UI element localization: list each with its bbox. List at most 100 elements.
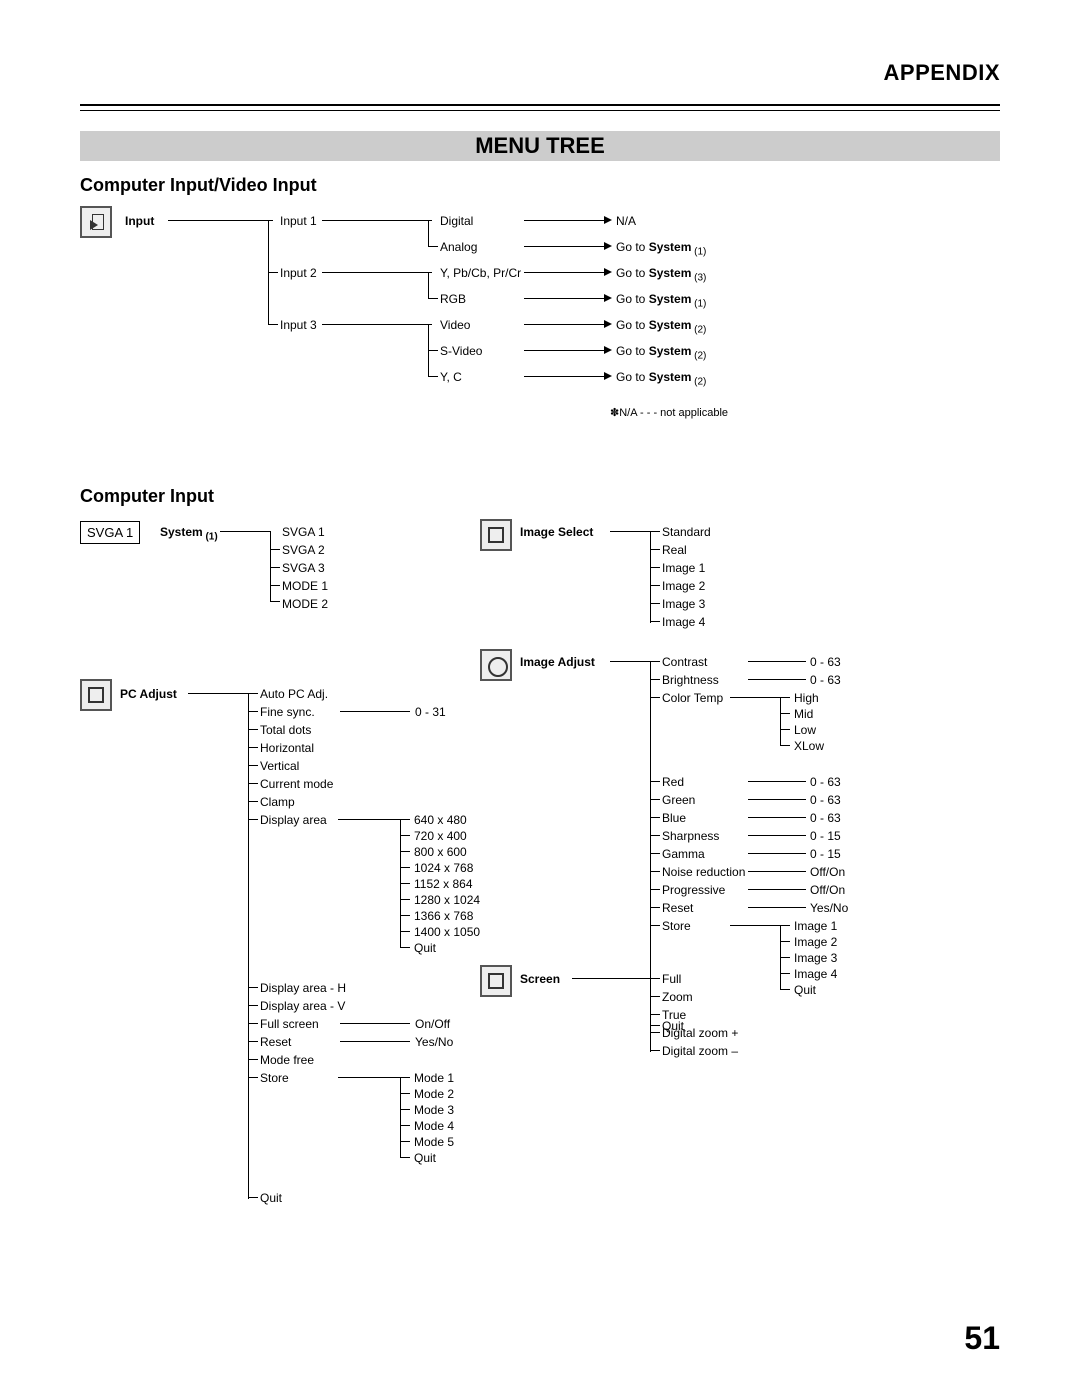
imgstore-3: Image 4 (794, 967, 837, 981)
input-3: Input 3 (280, 318, 317, 332)
l2-analog: Analog (440, 240, 477, 254)
imgadj-7: Gamma (662, 847, 705, 861)
imgadj-2: Color Temp (662, 691, 723, 705)
pc-item-9: Display area - V (260, 999, 345, 1013)
imgstore-0: Image 1 (794, 919, 837, 933)
pc-item-2: Total dots (260, 723, 311, 737)
system-label: System (1) (160, 525, 218, 542)
pc-store-5: Quit (414, 1151, 436, 1165)
pc-item-3: Horizontal (260, 741, 314, 755)
divider-top (80, 104, 1000, 111)
image-adjust-icon (480, 649, 512, 681)
page-number: 51 (964, 1320, 1000, 1357)
image-select-icon (480, 519, 512, 551)
screen-4: Digital zoom – (662, 1044, 738, 1058)
pc-item-0: Auto PC Adj. (260, 687, 328, 701)
pc-adjust-icon (80, 679, 112, 711)
l2-yc: Y, C (440, 370, 462, 384)
pc-item-13: Store (260, 1071, 289, 1085)
l2-digital: Digital (440, 214, 473, 228)
imgadj-8: Noise reduction (662, 865, 745, 879)
display-area-0: 640 x 480 (414, 813, 467, 827)
pc-item-1: Fine sync. (260, 705, 315, 719)
pc-store-4: Mode 5 (414, 1135, 454, 1149)
display-area-3: 1024 x 768 (414, 861, 473, 875)
pc-item-5: Current mode (260, 777, 333, 791)
appendix-heading: APPENDIX (80, 60, 1000, 86)
screen-3: Digital zoom + (662, 1026, 738, 1040)
section-2-title: Computer Input (80, 486, 1000, 507)
sys-1: SVGA 2 (282, 543, 325, 557)
sys-2: SVGA 3 (282, 561, 325, 575)
pc-store-0: Mode 1 (414, 1071, 454, 1085)
colortemp-2: Low (794, 723, 816, 737)
tree-computer-input: SVGA 1 System (1) SVGA 1 SVGA 2 SVGA 3 M… (80, 519, 1000, 1179)
section-1-title: Computer Input/Video Input (80, 175, 1000, 196)
colortemp-3: XLow (794, 739, 824, 753)
imgadj-10: Reset (662, 901, 693, 915)
imgadj-val-5: 0 - 63 (810, 811, 841, 825)
pc-store-3: Mode 4 (414, 1119, 454, 1133)
page: APPENDIX MENU TREE Computer Input/Video … (0, 0, 1080, 1397)
display-area-1: 720 x 400 (414, 829, 467, 843)
tgt-na: N/A (616, 214, 636, 228)
imgadj-0: Contrast (662, 655, 707, 669)
imgadj-val-10: Yes/No (810, 901, 848, 915)
colortemp-1: Mid (794, 707, 813, 721)
l2-video: Video (440, 318, 470, 332)
menu-tree-heading: MENU TREE (80, 131, 1000, 161)
l2-rgb: RGB (440, 292, 466, 306)
imgadj-val-7: 0 - 15 (810, 847, 841, 861)
imgadj-6: Sharpness (662, 829, 719, 843)
tgt-1: Go to System (1) (616, 240, 706, 257)
imgadj-1: Brightness (662, 673, 719, 687)
input-icon (80, 206, 112, 238)
display-area-2: 800 x 600 (414, 845, 467, 859)
tgt-3: Go to System (1) (616, 292, 706, 309)
imgadj-4: Green (662, 793, 695, 807)
imgsel-3: Image 2 (662, 579, 705, 593)
imgstore-2: Image 3 (794, 951, 837, 965)
imgsel-5: Image 4 (662, 615, 705, 629)
root-input: Input (125, 214, 154, 228)
pc-item-8: Display area - H (260, 981, 346, 995)
screen-0: Full (662, 972, 681, 986)
imgadj-val-6: 0 - 15 (810, 829, 841, 843)
imgadj-val-8: Off/On (810, 865, 845, 879)
imgstore-4: Quit (794, 983, 816, 997)
screen-icon (480, 965, 512, 997)
imgadj-9: Progressive (662, 883, 725, 897)
tgt-5: Go to System (2) (616, 344, 706, 361)
image-adjust-label: Image Adjust (520, 655, 595, 669)
svga-box: SVGA 1 (80, 521, 140, 544)
tgt-4: Go to System (2) (616, 318, 706, 335)
imgadj-5: Blue (662, 811, 686, 825)
pc-item-4: Vertical (260, 759, 299, 773)
l2-svideo: S-Video (440, 344, 482, 358)
imgadj-11: Store (662, 919, 691, 933)
imgsel-1: Real (662, 543, 687, 557)
pc-item-6: Clamp (260, 795, 295, 809)
sys-4: MODE 2 (282, 597, 328, 611)
display-area-5: 1280 x 1024 (414, 893, 480, 907)
footnote-na: ✽N/A - - - not applicable (610, 406, 728, 419)
pc-store-2: Mode 3 (414, 1103, 454, 1117)
pc-item-10: Full screen (260, 1017, 319, 1031)
sys-3: MODE 1 (282, 579, 328, 593)
input-1: Input 1 (280, 214, 317, 228)
imgadj-val-1: 0 - 63 (810, 673, 841, 687)
imgsel-4: Image 3 (662, 597, 705, 611)
pc-finesync-val: 0 - 31 (415, 705, 446, 719)
imgadj-3: Red (662, 775, 684, 789)
imgsel-0: Standard (662, 525, 711, 539)
screen-1: Zoom (662, 990, 693, 1004)
pc-item-11: Reset (260, 1035, 291, 1049)
display-area-6: 1366 x 768 (414, 909, 473, 923)
pc-item-7: Display area (260, 813, 327, 827)
tgt-2: Go to System (3) (616, 266, 706, 283)
imgsel-2: Image 1 (662, 561, 705, 575)
image-select-label: Image Select (520, 525, 593, 539)
imgadj-val-3: 0 - 63 (810, 775, 841, 789)
pc-item-14: Quit (260, 1191, 282, 1205)
pc-reset-val: Yes/No (415, 1035, 453, 1049)
